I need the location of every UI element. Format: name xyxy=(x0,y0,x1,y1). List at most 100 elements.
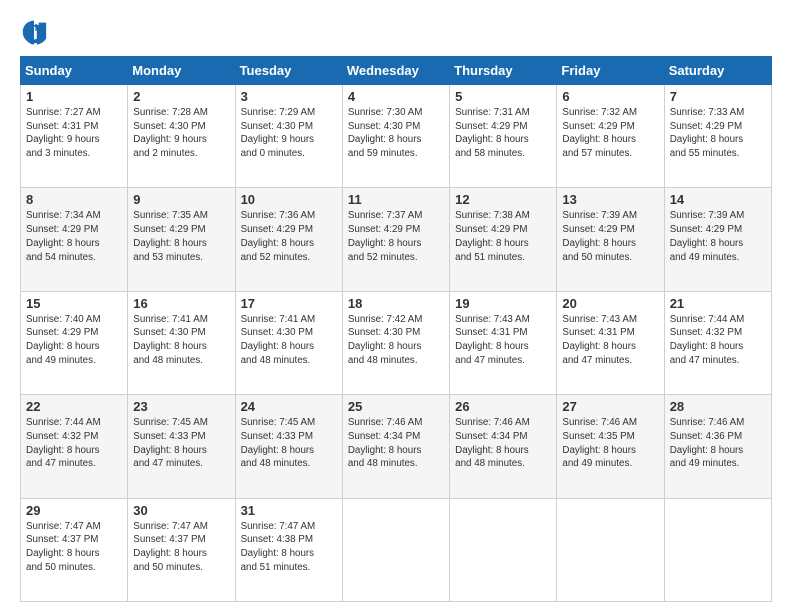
calendar-cell: 13 Sunrise: 7:39 AMSunset: 4:29 PMDaylig… xyxy=(557,188,664,291)
calendar-cell: 11 Sunrise: 7:37 AMSunset: 4:29 PMDaylig… xyxy=(342,188,449,291)
day-number: 7 xyxy=(670,89,766,104)
calendar-cell: 12 Sunrise: 7:38 AMSunset: 4:29 PMDaylig… xyxy=(450,188,557,291)
day-info: Sunrise: 7:41 AMSunset: 4:30 PMDaylight:… xyxy=(133,313,229,368)
day-info: Sunrise: 7:45 AMSunset: 4:33 PMDaylight:… xyxy=(133,416,229,471)
day-number: 19 xyxy=(455,296,551,311)
day-info: Sunrise: 7:34 AMSunset: 4:29 PMDaylight:… xyxy=(26,209,122,264)
calendar-cell: 28 Sunrise: 7:46 AMSunset: 4:36 PMDaylig… xyxy=(664,395,771,498)
logo-icon xyxy=(20,18,48,46)
day-number: 25 xyxy=(348,399,444,414)
calendar-cell: 30 Sunrise: 7:47 AMSunset: 4:37 PMDaylig… xyxy=(128,498,235,601)
calendar-cell: 23 Sunrise: 7:45 AMSunset: 4:33 PMDaylig… xyxy=(128,395,235,498)
calendar-cell: 1 Sunrise: 7:27 AMSunset: 4:31 PMDayligh… xyxy=(21,85,128,188)
calendar-cell: 16 Sunrise: 7:41 AMSunset: 4:30 PMDaylig… xyxy=(128,291,235,394)
day-info: Sunrise: 7:44 AMSunset: 4:32 PMDaylight:… xyxy=(670,313,766,368)
day-number: 30 xyxy=(133,503,229,518)
day-info: Sunrise: 7:43 AMSunset: 4:31 PMDaylight:… xyxy=(455,313,551,368)
day-number: 27 xyxy=(562,399,658,414)
day-info: Sunrise: 7:46 AMSunset: 4:36 PMDaylight:… xyxy=(670,416,766,471)
calendar-cell: 22 Sunrise: 7:44 AMSunset: 4:32 PMDaylig… xyxy=(21,395,128,498)
day-number: 2 xyxy=(133,89,229,104)
day-info: Sunrise: 7:39 AMSunset: 4:29 PMDaylight:… xyxy=(670,209,766,264)
calendar-cell: 17 Sunrise: 7:41 AMSunset: 4:30 PMDaylig… xyxy=(235,291,342,394)
day-number: 21 xyxy=(670,296,766,311)
day-info: Sunrise: 7:47 AMSunset: 4:38 PMDaylight:… xyxy=(241,520,337,575)
day-number: 16 xyxy=(133,296,229,311)
calendar-cell: 29 Sunrise: 7:47 AMSunset: 4:37 PMDaylig… xyxy=(21,498,128,601)
calendar-cell: 5 Sunrise: 7:31 AMSunset: 4:29 PMDayligh… xyxy=(450,85,557,188)
calendar-cell: 8 Sunrise: 7:34 AMSunset: 4:29 PMDayligh… xyxy=(21,188,128,291)
calendar-cell: 9 Sunrise: 7:35 AMSunset: 4:29 PMDayligh… xyxy=(128,188,235,291)
weekday-header: Monday xyxy=(128,57,235,85)
day-number: 29 xyxy=(26,503,122,518)
calendar-week-row: 22 Sunrise: 7:44 AMSunset: 4:32 PMDaylig… xyxy=(21,395,772,498)
day-info: Sunrise: 7:46 AMSunset: 4:35 PMDaylight:… xyxy=(562,416,658,471)
calendar-week-row: 29 Sunrise: 7:47 AMSunset: 4:37 PMDaylig… xyxy=(21,498,772,601)
day-number: 28 xyxy=(670,399,766,414)
calendar-cell: 31 Sunrise: 7:47 AMSunset: 4:38 PMDaylig… xyxy=(235,498,342,601)
calendar-cell: 4 Sunrise: 7:30 AMSunset: 4:30 PMDayligh… xyxy=(342,85,449,188)
calendar-cell: 25 Sunrise: 7:46 AMSunset: 4:34 PMDaylig… xyxy=(342,395,449,498)
weekday-header: Sunday xyxy=(21,57,128,85)
day-number: 17 xyxy=(241,296,337,311)
day-info: Sunrise: 7:42 AMSunset: 4:30 PMDaylight:… xyxy=(348,313,444,368)
day-info: Sunrise: 7:33 AMSunset: 4:29 PMDaylight:… xyxy=(670,106,766,161)
day-number: 4 xyxy=(348,89,444,104)
calendar-cell xyxy=(557,498,664,601)
header xyxy=(20,18,772,46)
day-info: Sunrise: 7:45 AMSunset: 4:33 PMDaylight:… xyxy=(241,416,337,471)
day-info: Sunrise: 7:41 AMSunset: 4:30 PMDaylight:… xyxy=(241,313,337,368)
calendar-cell: 20 Sunrise: 7:43 AMSunset: 4:31 PMDaylig… xyxy=(557,291,664,394)
day-number: 31 xyxy=(241,503,337,518)
day-info: Sunrise: 7:28 AMSunset: 4:30 PMDaylight:… xyxy=(133,106,229,161)
day-info: Sunrise: 7:27 AMSunset: 4:31 PMDaylight:… xyxy=(26,106,122,161)
calendar-week-row: 15 Sunrise: 7:40 AMSunset: 4:29 PMDaylig… xyxy=(21,291,772,394)
weekday-header: Thursday xyxy=(450,57,557,85)
day-number: 14 xyxy=(670,192,766,207)
day-info: Sunrise: 7:40 AMSunset: 4:29 PMDaylight:… xyxy=(26,313,122,368)
calendar-cell xyxy=(664,498,771,601)
day-info: Sunrise: 7:39 AMSunset: 4:29 PMDaylight:… xyxy=(562,209,658,264)
calendar-cell: 15 Sunrise: 7:40 AMSunset: 4:29 PMDaylig… xyxy=(21,291,128,394)
day-number: 23 xyxy=(133,399,229,414)
day-number: 22 xyxy=(26,399,122,414)
day-info: Sunrise: 7:31 AMSunset: 4:29 PMDaylight:… xyxy=(455,106,551,161)
calendar-cell: 24 Sunrise: 7:45 AMSunset: 4:33 PMDaylig… xyxy=(235,395,342,498)
calendar-cell xyxy=(342,498,449,601)
day-number: 10 xyxy=(241,192,337,207)
day-number: 11 xyxy=(348,192,444,207)
day-info: Sunrise: 7:30 AMSunset: 4:30 PMDaylight:… xyxy=(348,106,444,161)
calendar-week-row: 8 Sunrise: 7:34 AMSunset: 4:29 PMDayligh… xyxy=(21,188,772,291)
weekday-header: Wednesday xyxy=(342,57,449,85)
day-number: 26 xyxy=(455,399,551,414)
day-number: 24 xyxy=(241,399,337,414)
calendar-cell: 10 Sunrise: 7:36 AMSunset: 4:29 PMDaylig… xyxy=(235,188,342,291)
day-number: 18 xyxy=(348,296,444,311)
weekday-header: Saturday xyxy=(664,57,771,85)
calendar-cell: 18 Sunrise: 7:42 AMSunset: 4:30 PMDaylig… xyxy=(342,291,449,394)
calendar-week-row: 1 Sunrise: 7:27 AMSunset: 4:31 PMDayligh… xyxy=(21,85,772,188)
calendar-cell: 14 Sunrise: 7:39 AMSunset: 4:29 PMDaylig… xyxy=(664,188,771,291)
calendar-cell: 6 Sunrise: 7:32 AMSunset: 4:29 PMDayligh… xyxy=(557,85,664,188)
day-info: Sunrise: 7:46 AMSunset: 4:34 PMDaylight:… xyxy=(348,416,444,471)
day-number: 1 xyxy=(26,89,122,104)
day-number: 3 xyxy=(241,89,337,104)
weekday-header-row: SundayMondayTuesdayWednesdayThursdayFrid… xyxy=(21,57,772,85)
day-info: Sunrise: 7:44 AMSunset: 4:32 PMDaylight:… xyxy=(26,416,122,471)
day-number: 9 xyxy=(133,192,229,207)
day-number: 13 xyxy=(562,192,658,207)
logo xyxy=(20,18,52,46)
day-info: Sunrise: 7:32 AMSunset: 4:29 PMDaylight:… xyxy=(562,106,658,161)
day-number: 12 xyxy=(455,192,551,207)
day-info: Sunrise: 7:29 AMSunset: 4:30 PMDaylight:… xyxy=(241,106,337,161)
calendar-cell: 21 Sunrise: 7:44 AMSunset: 4:32 PMDaylig… xyxy=(664,291,771,394)
day-number: 5 xyxy=(455,89,551,104)
calendar-cell: 2 Sunrise: 7:28 AMSunset: 4:30 PMDayligh… xyxy=(128,85,235,188)
day-number: 6 xyxy=(562,89,658,104)
day-info: Sunrise: 7:47 AMSunset: 4:37 PMDaylight:… xyxy=(26,520,122,575)
calendar-table: SundayMondayTuesdayWednesdayThursdayFrid… xyxy=(20,56,772,602)
page: SundayMondayTuesdayWednesdayThursdayFrid… xyxy=(0,0,792,612)
calendar-cell: 7 Sunrise: 7:33 AMSunset: 4:29 PMDayligh… xyxy=(664,85,771,188)
day-number: 8 xyxy=(26,192,122,207)
day-info: Sunrise: 7:43 AMSunset: 4:31 PMDaylight:… xyxy=(562,313,658,368)
